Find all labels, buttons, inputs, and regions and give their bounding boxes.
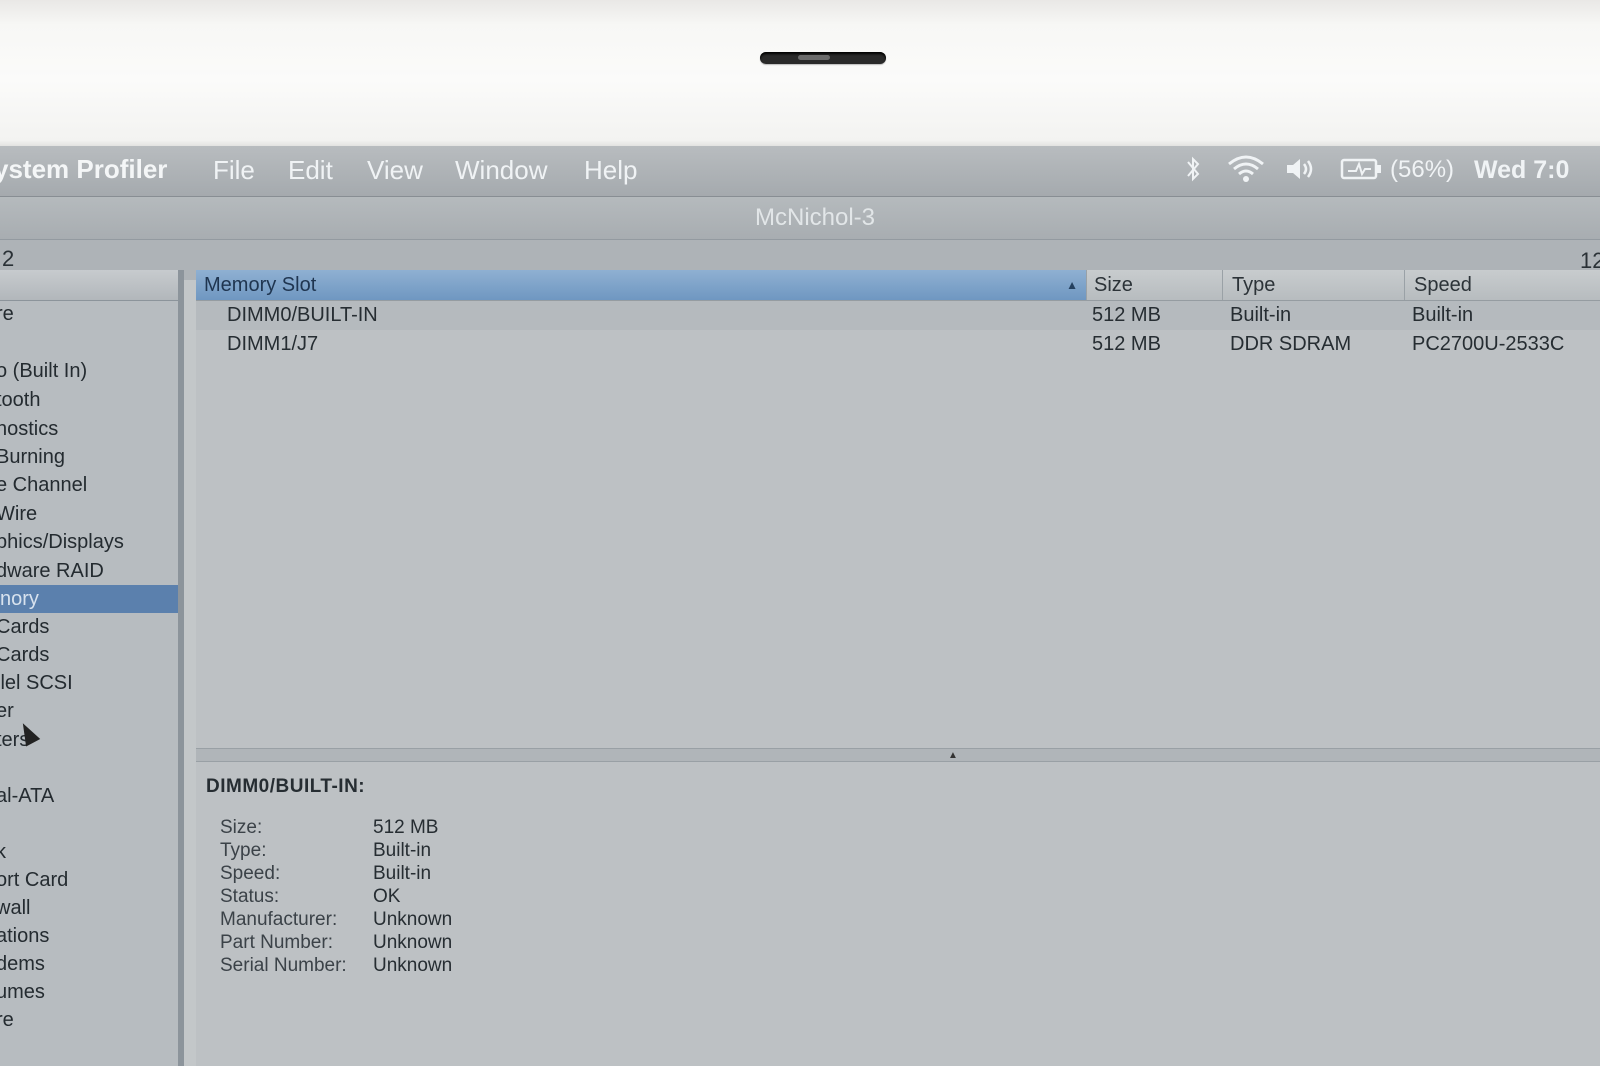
column-header-type[interactable]: Type bbox=[1224, 270, 1405, 300]
menu-window[interactable]: Window bbox=[455, 155, 547, 186]
sidebar-item-bluetooth[interactable]: tooth bbox=[0, 386, 40, 414]
sidebar-item-pc-cards[interactable]: Cards bbox=[0, 613, 49, 641]
sidebar-item-hardware[interactable]: re bbox=[0, 300, 14, 328]
sidebar-item-memory[interactable]: nory bbox=[0, 585, 178, 613]
sidebar-item-network[interactable]: k bbox=[0, 838, 6, 866]
sort-ascending-icon: ▲ bbox=[1066, 278, 1078, 292]
cell-speed: PC2700U-2533C bbox=[1412, 333, 1565, 355]
detail-key: Type: bbox=[220, 840, 267, 861]
sidebar-item-locations[interactable]: ations bbox=[0, 922, 49, 950]
detail-key: Serial Number: bbox=[220, 955, 347, 976]
volume-icon[interactable] bbox=[1284, 154, 1316, 190]
detail-key: Manufacturer: bbox=[220, 909, 338, 930]
wifi-icon[interactable] bbox=[1226, 154, 1266, 190]
table-row[interactable]: DIMM1/J7 512 MB DDR SDRAM PC2700U-2533C bbox=[196, 330, 1600, 359]
sidebar-header bbox=[0, 270, 178, 301]
split-view-divider[interactable]: ▲ bbox=[196, 748, 1600, 762]
detail-value: Unknown bbox=[373, 909, 453, 930]
camera-icon bbox=[760, 52, 886, 64]
laptop-bezel bbox=[0, 0, 1600, 150]
detail-key: Status: bbox=[220, 886, 280, 907]
cell-type: Built-in bbox=[1230, 304, 1292, 326]
menu-help[interactable]: Help bbox=[584, 155, 637, 186]
sidebar-item-firewall[interactable]: wall bbox=[0, 894, 30, 922]
cell-size: 512 MB bbox=[1092, 304, 1161, 326]
sidebar[interactable]: re o (Built In) tooth nostics Burning e … bbox=[0, 270, 184, 1066]
sidebar-item-audio[interactable]: o (Built In) bbox=[0, 357, 87, 385]
bluetooth-icon[interactable] bbox=[1184, 154, 1202, 190]
column-header-speed[interactable]: Speed bbox=[1406, 270, 1600, 300]
cell-slot: DIMM0/BUILT-IN bbox=[227, 304, 378, 326]
sidebar-item-airport-card[interactable]: ort Card bbox=[0, 866, 68, 894]
table-row[interactable]: DIMM0/BUILT-IN 512 MB Built-in Built-in bbox=[196, 301, 1600, 330]
divider-grip-icon: ▲ bbox=[948, 750, 958, 761]
cell-size: 512 MB bbox=[1092, 333, 1161, 355]
sidebar-item-graphics-displays[interactable]: phics/Displays bbox=[0, 528, 124, 556]
sidebar-item-fibre-channel[interactable]: e Channel bbox=[0, 471, 87, 499]
detail-key: Speed: bbox=[220, 863, 281, 884]
column-header-memory-slot[interactable]: Memory Slot ▲ bbox=[196, 270, 1087, 300]
column-header-label: Memory Slot bbox=[204, 274, 317, 296]
cell-slot: DIMM1/J7 bbox=[227, 333, 319, 355]
toolbar-left-text: 2 bbox=[2, 246, 15, 271]
sidebar-item-modems[interactable]: dems bbox=[0, 950, 45, 978]
sidebar-item-pci-cards[interactable]: Cards bbox=[0, 641, 49, 669]
sidebar-item-firewire[interactable]: Wire bbox=[0, 500, 37, 528]
sidebar-item-volumes[interactable]: umes bbox=[0, 978, 45, 1006]
menu-bar: ystem Profiler File Edit View Window Hel… bbox=[0, 146, 1600, 197]
sidebar-item-software[interactable]: re bbox=[0, 1006, 14, 1034]
detail-value: 512 MB bbox=[373, 817, 439, 838]
menu-file[interactable]: File bbox=[213, 155, 255, 186]
sidebar-item-power[interactable]: er bbox=[0, 697, 14, 725]
sidebar-item-diagnostics[interactable]: nostics bbox=[0, 415, 58, 443]
detail-value: OK bbox=[373, 886, 401, 907]
detail-value: Built-in bbox=[373, 863, 432, 884]
column-header-size[interactable]: Size bbox=[1086, 270, 1223, 300]
window-titlebar[interactable]: McNichol-3 bbox=[0, 197, 1600, 240]
battery-icon[interactable] bbox=[1340, 155, 1382, 189]
app-menu[interactable]: ystem Profiler bbox=[0, 154, 167, 185]
window-title: McNichol-3 bbox=[755, 204, 876, 231]
menu-view[interactable]: View bbox=[367, 155, 423, 186]
screen: ystem Profiler File Edit View Window Hel… bbox=[0, 146, 1600, 1066]
sidebar-item-disc-burning[interactable]: Burning bbox=[0, 443, 65, 471]
menu-edit[interactable]: Edit bbox=[288, 155, 333, 186]
detail-value: Unknown bbox=[373, 932, 453, 953]
detail-pane: DIMM0/BUILT-IN: Size: 512 MB Type: Built… bbox=[196, 762, 1600, 1066]
table-header: Memory Slot ▲ Size Type Speed bbox=[196, 270, 1600, 301]
battery-percentage: (56%) bbox=[1390, 156, 1455, 183]
main-content: Memory Slot ▲ Size Type Speed DIMM0/BUIL… bbox=[196, 270, 1600, 1066]
menu-clock[interactable]: Wed 7:0 bbox=[1474, 156, 1569, 185]
detail-key: Size: bbox=[220, 817, 263, 838]
detail-key: Part Number: bbox=[220, 932, 333, 953]
cell-speed: Built-in bbox=[1412, 304, 1474, 326]
cell-type: DDR SDRAM bbox=[1230, 333, 1352, 355]
sidebar-item-hardware-raid[interactable]: dware RAID bbox=[0, 557, 104, 585]
sidebar-item-parallel-scsi[interactable]: llel SCSI bbox=[0, 669, 73, 697]
detail-value: Unknown bbox=[373, 955, 453, 976]
detail-value: Built-in bbox=[373, 840, 432, 861]
detail-title: DIMM0/BUILT-IN: bbox=[206, 776, 366, 797]
sidebar-item-serial-ata[interactable]: al-ATA bbox=[0, 782, 54, 810]
